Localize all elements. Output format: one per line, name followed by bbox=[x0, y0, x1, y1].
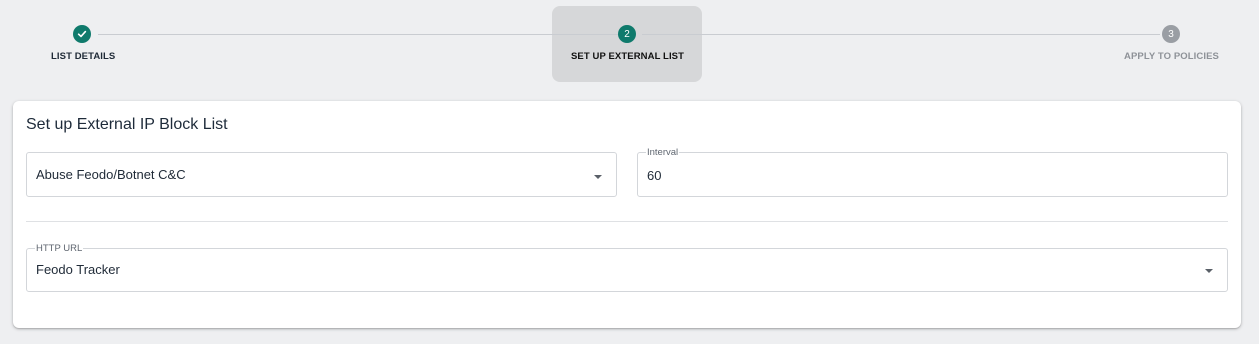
stepper: LIST DETAILS 2 SET UP EXTERNAL LIST 3 AP… bbox=[0, 0, 1259, 92]
step-connector-1 bbox=[98, 34, 618, 35]
chevron-down-icon bbox=[594, 175, 602, 179]
chevron-down-icon bbox=[1205, 269, 1213, 273]
step-label: APPLY TO POLICIES bbox=[1124, 51, 1219, 62]
interval-value: 60 bbox=[647, 168, 662, 183]
external-list-card: Set up External IP Block List Abuse Feod… bbox=[13, 101, 1241, 328]
http-url-value: Feodo Tracker bbox=[36, 262, 120, 277]
step-label: LIST DETAILS bbox=[51, 51, 116, 62]
step-number: 2 bbox=[618, 25, 636, 43]
source-select[interactable]: Abuse Feodo/Botnet C&C bbox=[26, 152, 617, 197]
step-connector-2 bbox=[642, 34, 1160, 35]
check-icon bbox=[73, 25, 91, 43]
card-title: Set up External IP Block List bbox=[26, 116, 228, 133]
interval-label: Interval bbox=[646, 147, 680, 158]
page: LIST DETAILS 2 SET UP EXTERNAL LIST 3 AP… bbox=[0, 0, 1259, 344]
interval-field[interactable]: Interval 60 bbox=[637, 148, 1228, 197]
step-number: 3 bbox=[1162, 25, 1180, 43]
divider bbox=[26, 221, 1228, 222]
active-step-highlight bbox=[552, 6, 702, 82]
http-url-label: HTTP URL bbox=[35, 243, 84, 254]
http-url-select[interactable]: HTTP URL Feodo Tracker bbox=[26, 244, 1228, 292]
source-select-value: Abuse Feodo/Botnet C&C bbox=[36, 167, 186, 182]
step-label: SET UP EXTERNAL LIST bbox=[571, 51, 685, 62]
